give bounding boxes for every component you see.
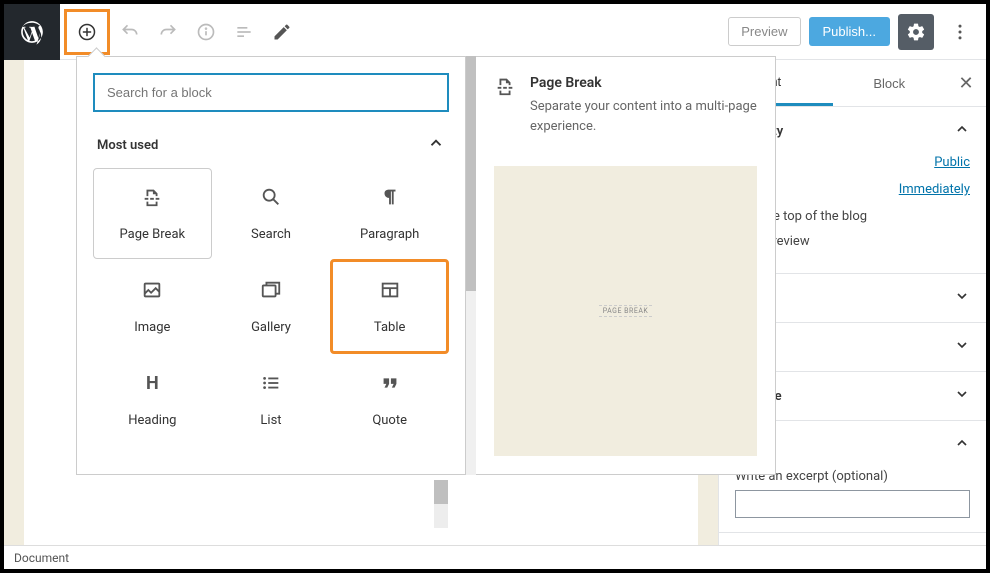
- block-preview-panel: Page Break Separate your content into a …: [476, 56, 776, 475]
- block-inserter-popover: Most used Page Break Search: [76, 56, 776, 475]
- editor-canvas[interactable]: Most used Page Break Search: [4, 60, 718, 545]
- publish-button[interactable]: Publish...: [809, 17, 890, 46]
- redo-button[interactable]: [150, 14, 186, 50]
- chevron-up-icon: [954, 435, 970, 455]
- add-block-highlight: [64, 9, 110, 55]
- table-icon: [378, 278, 402, 302]
- block-paragraph[interactable]: Paragraph: [330, 168, 449, 259]
- inserter-scrollbar[interactable]: [466, 56, 476, 475]
- page-break-icon: [494, 75, 516, 136]
- block-label: Page Break: [120, 227, 186, 242]
- chevron-up-icon: [954, 121, 970, 141]
- add-block-button[interactable]: [69, 14, 105, 50]
- block-label: Image: [134, 320, 170, 335]
- top-bar: Preview Publish...: [4, 4, 986, 60]
- tab-block[interactable]: Block: [833, 62, 947, 105]
- most-used-header[interactable]: Most used: [93, 134, 449, 156]
- undo-button[interactable]: [112, 14, 148, 50]
- more-menu-button[interactable]: [942, 14, 978, 50]
- block-page-break[interactable]: Page Break: [93, 168, 212, 259]
- block-label: Quote: [372, 413, 407, 428]
- wp-logo[interactable]: [4, 4, 60, 60]
- list-icon: [259, 371, 283, 395]
- block-label: Gallery: [251, 320, 291, 335]
- block-label: Table: [374, 320, 405, 335]
- quote-icon: [378, 371, 402, 395]
- preview-description: Separate your content into a multi-page …: [530, 97, 757, 136]
- chevron-down-icon: [954, 288, 970, 308]
- excerpt-input[interactable]: [735, 490, 970, 518]
- block-label: Search: [251, 227, 291, 242]
- info-button[interactable]: [188, 14, 224, 50]
- heading-icon: H: [140, 371, 164, 395]
- block-label: Heading: [128, 413, 176, 428]
- block-label: Paragraph: [360, 227, 419, 242]
- edit-button[interactable]: [264, 14, 300, 50]
- block-gallery[interactable]: Gallery: [212, 259, 331, 354]
- block-table[interactable]: Table: [330, 259, 449, 354]
- block-heading[interactable]: H Heading: [93, 354, 212, 445]
- gallery-icon: [259, 278, 283, 302]
- block-quote[interactable]: Quote: [330, 354, 449, 445]
- block-image[interactable]: Image: [93, 259, 212, 354]
- image-icon: [140, 278, 164, 302]
- status-document: Document: [14, 551, 69, 565]
- toolbar-right: Preview Publish...: [728, 14, 978, 50]
- page-break-sample: PAGE BREAK: [599, 305, 653, 317]
- search-icon: [259, 185, 283, 209]
- settings-button[interactable]: [898, 14, 934, 50]
- toolbar-left: [64, 9, 300, 55]
- block-list[interactable]: List: [212, 354, 331, 445]
- preview-canvas: PAGE BREAK: [494, 166, 757, 456]
- block-label: List: [260, 413, 281, 428]
- chevron-up-icon: [427, 134, 445, 156]
- outline-button[interactable]: [226, 14, 262, 50]
- paragraph-icon: [378, 185, 402, 209]
- section-title: Most used: [97, 138, 158, 153]
- close-icon[interactable]: ✕: [946, 73, 986, 94]
- chevron-down-icon: [954, 337, 970, 357]
- preview-button[interactable]: Preview: [728, 17, 800, 46]
- search-input[interactable]: [93, 73, 449, 112]
- block-search[interactable]: Search: [212, 168, 331, 259]
- preview-title: Page Break: [530, 75, 757, 91]
- page-break-icon: [140, 185, 164, 209]
- status-bar: Document: [4, 545, 986, 569]
- chevron-down-icon: [954, 386, 970, 406]
